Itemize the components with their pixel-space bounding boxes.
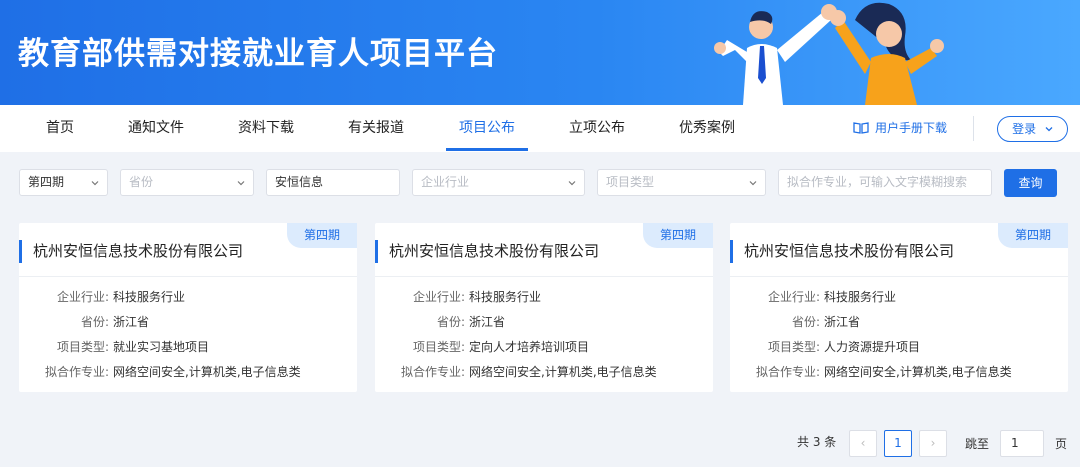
industry-value: 科技服务行业 [469,290,542,304]
active-tab-indicator [446,148,528,151]
phase-badge: 第四期 [287,223,357,248]
chevron-down-icon [1045,127,1053,132]
chevron-down-icon [237,181,245,186]
nav-item-notices[interactable]: 通知文件 [128,105,184,152]
industry-value: 科技服务行业 [113,290,186,304]
industry-label: 企业行业: [767,290,820,304]
project-card[interactable]: 第四期 杭州安恒信息技术股份有限公司 企业行业: 科技服务行业 省份: 浙江省 项目… [375,223,713,392]
header-banner: 教育部供需对接就业育人项目平台 [0,0,1080,105]
province-value: 浙江省 [113,315,150,329]
province-label: 省份: [791,315,820,329]
project-type-value: 定向人才培养培训项目 [469,340,590,354]
province-select[interactable]: 省份 [120,169,254,196]
major-label: 拟合作专业: [755,365,820,379]
project-type-label: 项目类型: [56,340,109,354]
industry-value: 科技服务行业 [824,290,897,304]
project-card[interactable]: 第四期 杭州安恒信息技术股份有限公司 企业行业: 科技服务行业 省份: 浙江省 项目… [730,223,1068,392]
login-label: 登录 [1012,122,1037,136]
search-button[interactable]: 查询 [1004,169,1057,197]
major-value: 网络空间安全,计算机类,电子信息类 [113,365,301,379]
province-label: 省份: [436,315,465,329]
province-select-placeholder: 省份 [129,175,154,189]
page-button-current[interactable]: 1 [884,430,912,457]
hero-illustration [714,2,944,105]
login-button[interactable]: 登录 [997,116,1068,142]
company-input[interactable]: 安恒信息 [266,169,400,196]
next-page-button[interactable]: › [919,430,947,457]
major-value: 网络空间安全,计算机类,电子信息类 [824,365,1012,379]
company-name[interactable]: 杭州安恒信息技术股份有限公司 [744,240,954,263]
nav-item-project-announce[interactable]: 项目公布 [459,105,515,152]
province-label: 省份: [80,315,109,329]
nav-item-approved[interactable]: 立项公布 [569,105,625,152]
project-type-value: 人力资源提升项目 [824,340,921,354]
phase-select[interactable]: 第四期 [19,169,108,196]
phase-badge: 第四期 [998,223,1068,248]
major-label: 拟合作专业: [400,365,465,379]
prev-page-button[interactable]: ‹ [849,430,877,457]
project-type-label: 项目类型: [412,340,465,354]
card-divider [730,276,1068,277]
card-accent-bar [375,240,378,263]
major-search-placeholder: 拟合作专业，可输入文字模糊搜索 [787,175,968,189]
card-accent-bar [730,240,733,263]
jump-to-label: 跳至 [965,437,990,451]
phase-select-value: 第四期 [28,175,65,189]
jump-page-input[interactable]: 1 [1000,430,1044,457]
major-value: 网络空间安全,计算机类,电子信息类 [469,365,657,379]
card-accent-bar [19,240,22,263]
book-icon [853,122,869,134]
major-search-input[interactable]: 拟合作专业，可输入文字模糊搜索 [778,169,992,196]
nav-item-home[interactable]: 首页 [46,105,74,152]
project-type-label: 项目类型: [767,340,820,354]
nav-item-reports[interactable]: 有关报道 [348,105,404,152]
chevron-down-icon [568,181,576,186]
user-manual-label: 用户手册下载 [875,121,948,135]
company-name[interactable]: 杭州安恒信息技术股份有限公司 [389,240,599,263]
major-label: 拟合作专业: [44,365,109,379]
company-name[interactable]: 杭州安恒信息技术股份有限公司 [33,240,243,263]
company-input-value: 安恒信息 [275,175,324,189]
main-nav: 首页 通知文件 资料下载 有关报道 项目公布 立项公布 优秀案例 用户手册下载 … [0,105,1080,152]
page-unit-label: 页 [1055,437,1068,451]
industry-select-placeholder: 企业行业 [421,175,470,189]
industry-select[interactable]: 企业行业 [412,169,585,196]
nav-item-downloads[interactable]: 资料下载 [238,105,294,152]
site-title: 教育部供需对接就业育人项目平台 [18,36,498,72]
user-manual-link[interactable]: 用户手册下载 [853,105,947,152]
project-type-value: 就业实习基地项目 [113,340,210,354]
project-type-select[interactable]: 项目类型 [597,169,766,196]
industry-label: 企业行业: [412,290,465,304]
nav-item-cases[interactable]: 优秀案例 [679,105,735,152]
province-value: 浙江省 [824,315,861,329]
project-type-select-placeholder: 项目类型 [606,175,655,189]
phase-badge: 第四期 [643,223,713,248]
chevron-down-icon [749,181,757,186]
card-divider [19,276,357,277]
chevron-down-icon [91,181,99,186]
project-card[interactable]: 第四期 杭州安恒信息技术股份有限公司 企业行业: 科技服务行业 省份: 浙江省 项目… [19,223,357,392]
industry-label: 企业行业: [56,290,109,304]
nav-divider [973,116,974,141]
total-count: 共 3 条 [797,435,837,449]
province-value: 浙江省 [469,315,506,329]
card-divider [375,276,713,277]
